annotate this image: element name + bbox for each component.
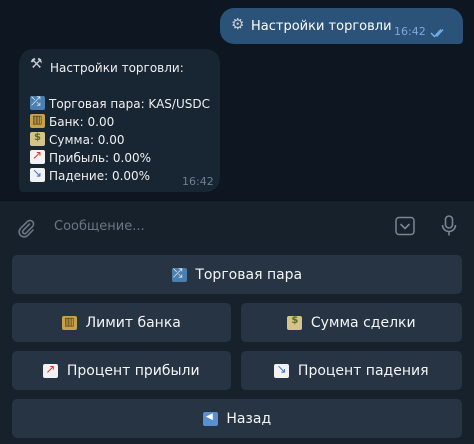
profit-line: Прибыль: 0.00% [30, 148, 152, 165]
microphone-icon[interactable] [440, 215, 458, 237]
profit-text: Прибыль: 0.00% [49, 151, 152, 165]
bank-line: Банк: 0.00 [30, 113, 115, 129]
chart-down-icon [30, 166, 45, 182]
money-icon [287, 315, 303, 330]
drawdown-percent-button[interactable]: Процент падения [241, 351, 462, 390]
tools-icon [30, 57, 46, 74]
bank-icon [62, 315, 78, 330]
drawdown-percent-button-label: Процент падения [297, 362, 429, 379]
shuffle-icon [30, 94, 45, 110]
gear-icon [231, 15, 247, 33]
trade-amount-button[interactable]: Сумма сделки [241, 303, 462, 342]
back-button[interactable]: Назад [12, 399, 462, 438]
chart-down-icon [274, 362, 290, 378]
bank-icon [30, 113, 45, 128]
chat-area: Настройки торговли 16:42 Настройки торго… [0, 0, 474, 200]
settings-title: Настройки торговли: [30, 57, 184, 75]
outgoing-message-time: 16:42 [394, 25, 426, 38]
outgoing-message-label: Настройки торговли [251, 19, 392, 34]
back-arrow-icon [202, 411, 218, 426]
drawdown-text: Падение: 0.00% [49, 169, 151, 183]
settings-title-text: Настройки торговли: [50, 61, 184, 75]
amount-text: Сумма: 0.00 [49, 133, 125, 147]
trade-amount-button-label: Сумма сделки [310, 314, 416, 331]
bot-keyboard-toggle-icon[interactable] [395, 216, 415, 236]
trading-pair-button[interactable]: Торговая пара [12, 255, 462, 294]
incoming-message-time: 16:42 [182, 175, 214, 188]
chart-up-icon [43, 362, 59, 378]
chart-up-icon [30, 148, 45, 164]
bank-text: Банк: 0.00 [49, 115, 115, 129]
read-checkmarks-icon [430, 29, 444, 38]
money-icon [30, 131, 45, 146]
bank-limit-button[interactable]: Лимит банка [12, 303, 231, 342]
incoming-message[interactable]: Настройки торговли: Торговая пара: KAS/U… [19, 49, 220, 192]
profit-percent-button[interactable]: Процент прибыли [12, 351, 231, 390]
shuffle-icon [171, 266, 187, 282]
amount-line: Сумма: 0.00 [30, 131, 125, 147]
drawdown-line: Падение: 0.00% [30, 166, 151, 183]
trading-pair-line: Торговая пара: KAS/USDC [30, 94, 210, 111]
outgoing-message-text: Настройки торговли [231, 15, 392, 34]
message-composer: Сообщение... [0, 201, 474, 250]
profit-percent-button-label: Процент прибыли [66, 362, 200, 379]
attach-icon[interactable] [16, 218, 36, 238]
outgoing-message[interactable]: Настройки торговли 16:42 [220, 8, 463, 44]
back-button-label: Назад [226, 410, 272, 427]
reply-keyboard: Торговая пара Лимит банка Сумма сделки П… [0, 250, 474, 444]
message-input[interactable]: Сообщение... [54, 219, 145, 234]
trading-pair-button-label: Торговая пара [195, 266, 303, 283]
trading-pair-text: Торговая пара: KAS/USDC [49, 97, 210, 111]
bank-limit-button-label: Лимит банка [85, 314, 181, 331]
